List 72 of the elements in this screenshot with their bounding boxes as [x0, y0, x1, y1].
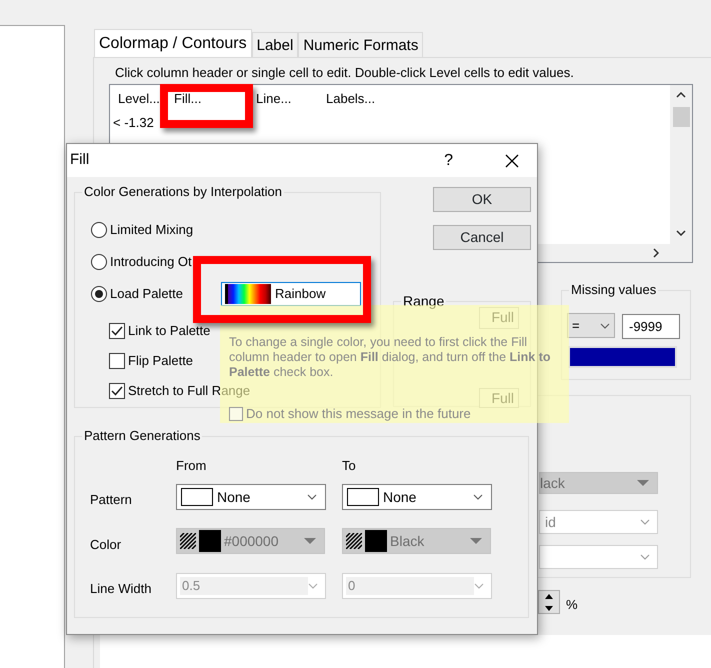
chevron-icon [640, 554, 650, 560]
scroll-down-icon [676, 230, 686, 236]
select-value: None [383, 488, 416, 506]
column-header[interactable]: Level... [118, 89, 160, 108]
spin-down-icon [545, 606, 553, 611]
select-value: 0.5 [182, 577, 200, 596]
radio-option[interactable]: Load Palette [91, 284, 184, 304]
check-icon [111, 326, 123, 336]
row-label: Color [90, 536, 122, 554]
operator-select[interactable]: = [567, 313, 615, 338]
dialog-title: Fill [70, 150, 90, 170]
tab[interactable]: Label [252, 32, 298, 58]
caret-icon [470, 538, 482, 544]
pattern-select[interactable]: None [176, 484, 326, 510]
instruction-text: Click column header or single cell to edit. Double-click Level cells to edit values. [115, 64, 574, 82]
unit-label: % [566, 596, 578, 614]
select-value: Black [390, 532, 424, 550]
chevron-icon [473, 494, 483, 500]
group-title: Range [401, 293, 446, 309]
pattern-swatch [181, 488, 213, 506]
pattern-select[interactable]: None [342, 484, 492, 510]
palette-name: Rainbow [275, 285, 326, 304]
close-icon [505, 154, 519, 168]
ok-button[interactable]: OK [433, 187, 531, 212]
column-header: From [176, 457, 206, 475]
chevron-icon [640, 519, 650, 525]
tab[interactable]: Numeric Formats [298, 32, 424, 58]
color-swatch [365, 530, 387, 552]
radio-option[interactable]: Introducing Ot [91, 252, 192, 272]
select-value: 0 [348, 577, 356, 596]
checkbox-option[interactable]: Link to Palette [109, 322, 210, 340]
vertical-scrollbar[interactable] [670, 85, 692, 245]
select-value: #000000 [224, 532, 279, 550]
column-header: To [342, 457, 356, 475]
value-field[interactable]: -9999 [622, 314, 680, 339]
select-value: id [545, 512, 556, 532]
color-swatch [199, 530, 221, 552]
scroll-up-icon [676, 92, 686, 98]
select-value: None [217, 488, 250, 506]
check-icon [111, 386, 123, 396]
select-value: lack [540, 474, 565, 492]
tab[interactable]: Colormap / Contours [94, 29, 252, 58]
row-label: Pattern [90, 491, 132, 509]
caret-icon [304, 538, 316, 544]
scroll-right-icon [653, 248, 659, 258]
row-label: Line Width [90, 580, 152, 598]
palette-select[interactable]: Rainbow [221, 282, 361, 306]
tooltip-text: To change a single color, you need to first click the Fill column header to open Fill dialog, and turn off the Link to Palette check box. [229, 335, 552, 380]
chevron-icon [474, 583, 484, 589]
checkbox-option[interactable]: Flip Palette [109, 352, 194, 370]
scroll-thumb[interactable] [673, 107, 690, 127]
column-header[interactable]: Fill... [174, 89, 202, 108]
chevron-icon [307, 494, 317, 500]
spin-up-icon [545, 594, 553, 599]
group-title: Color Generations by Interpolation [82, 184, 284, 200]
column-header[interactable]: Line... [256, 89, 292, 108]
caret-icon [637, 480, 649, 486]
chevron-icon [600, 322, 610, 328]
palette-swatch [225, 284, 271, 304]
table-cell-text: < -1.32 [113, 114, 154, 132]
hatch-icon [180, 533, 196, 549]
radio-option[interactable]: Limited Mixing [91, 220, 194, 240]
pattern-swatch [347, 488, 379, 506]
checkbox-option[interactable]: Stretch to Full Range [109, 382, 250, 400]
chevron-icon [308, 583, 318, 589]
cancel-button[interactable]: Cancel [433, 225, 531, 250]
group-title: Missing values [569, 282, 658, 298]
column-header[interactable]: Labels... [326, 89, 376, 108]
help-button[interactable]: ? [444, 148, 453, 172]
hatch-icon [346, 533, 362, 549]
spinner[interactable] [538, 590, 560, 614]
color-swatch[interactable] [568, 346, 677, 368]
